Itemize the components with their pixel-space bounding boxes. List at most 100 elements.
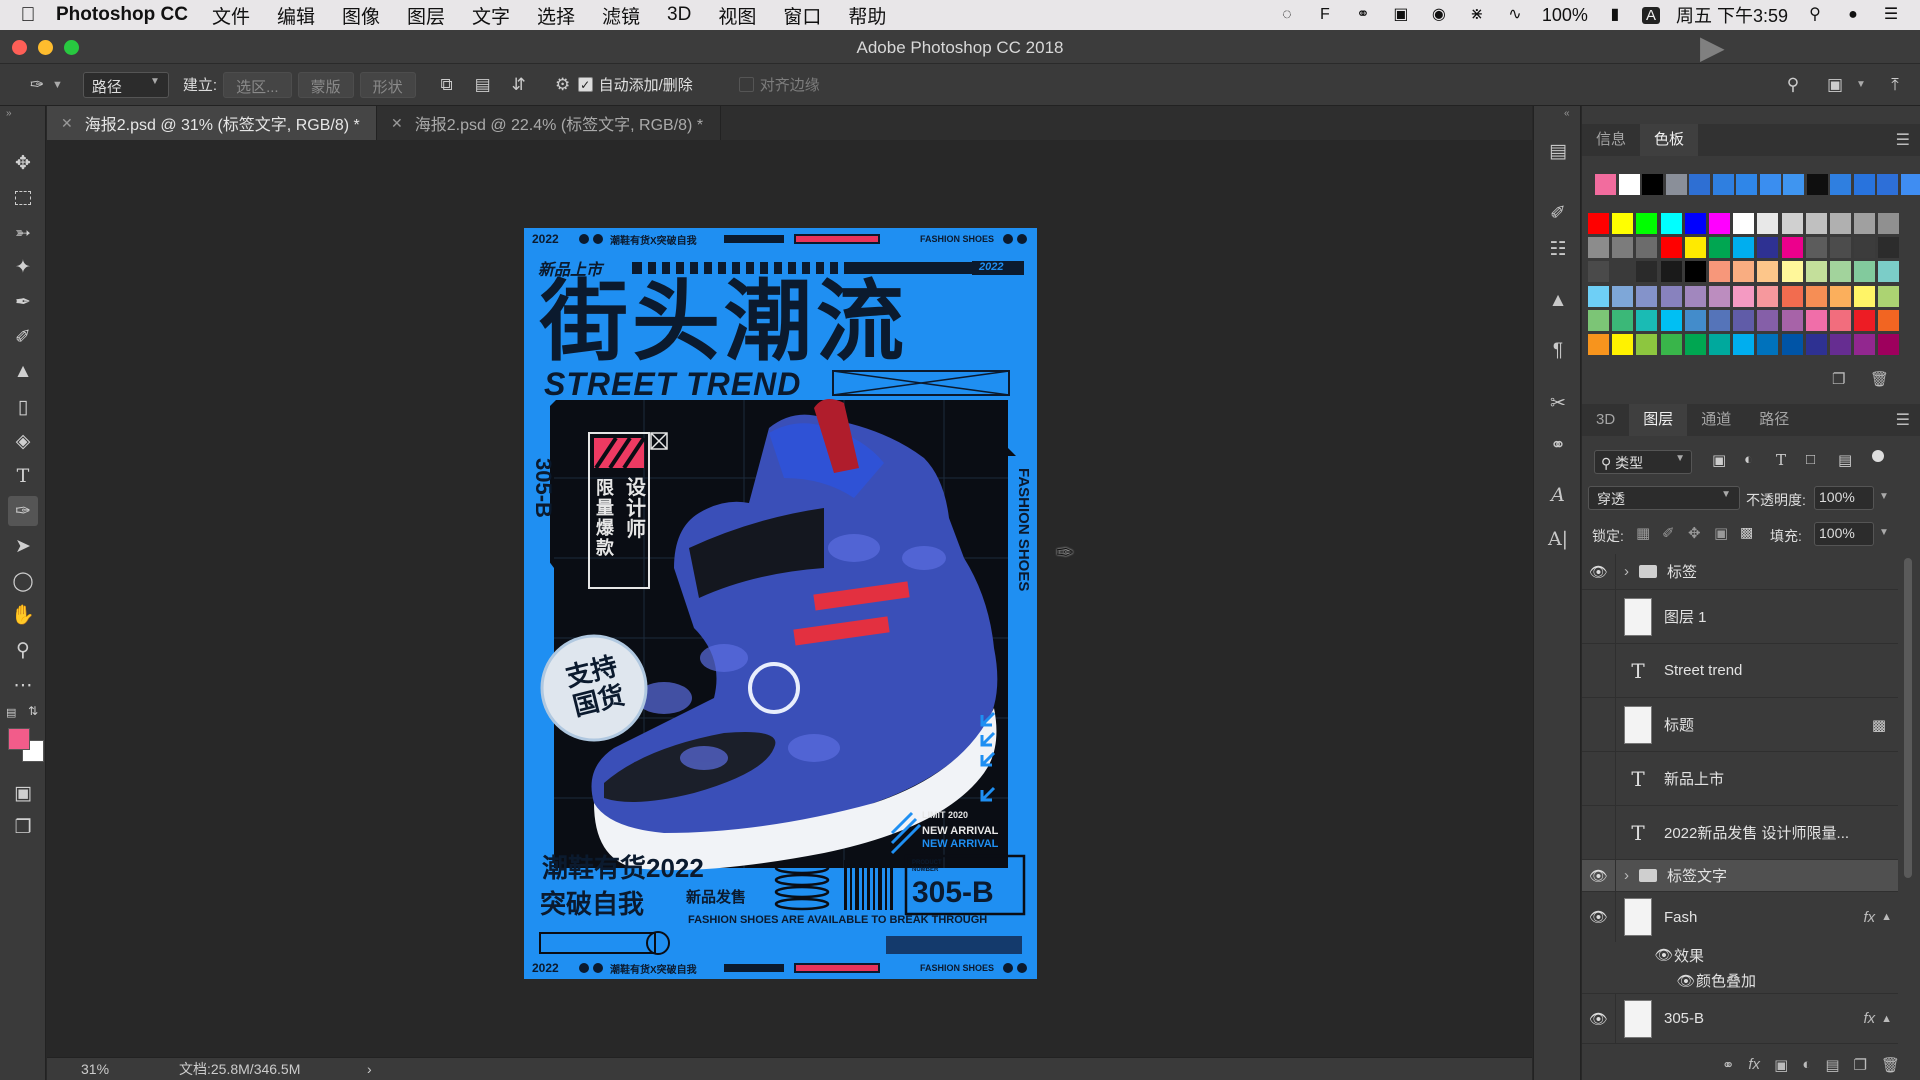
lock-artboard-icon[interactable]: ▣ bbox=[1714, 524, 1728, 542]
color-swatch[interactable] bbox=[1684, 237, 1706, 259]
color-swatch[interactable] bbox=[1854, 261, 1876, 283]
tab-document-2[interactable]: ✕ 海报2.psd @ 22.4% (标签文字, RGB/8) * bbox=[377, 106, 721, 140]
color-swatch[interactable] bbox=[1588, 261, 1609, 283]
sync-icon[interactable]: ◌ bbox=[1276, 6, 1298, 24]
history-icon[interactable]: ▤ bbox=[1543, 136, 1573, 166]
color-swatch[interactable] bbox=[1636, 261, 1658, 283]
path-arrangement-icon[interactable]: ⇵ bbox=[504, 72, 534, 98]
status-chevron-icon[interactable]: › bbox=[367, 1061, 372, 1077]
tools-preset-icon[interactable]: ✂ bbox=[1543, 388, 1573, 418]
fx-badge[interactable]: fx bbox=[1863, 1010, 1875, 1027]
paragraph-icon[interactable]: ¶ bbox=[1543, 336, 1573, 366]
color-swatch[interactable] bbox=[1588, 334, 1609, 355]
tab-channels[interactable]: 通道 bbox=[1687, 404, 1745, 436]
filter-toggle-icon[interactable] bbox=[1872, 450, 1884, 462]
color-swatch[interactable] bbox=[1709, 334, 1730, 355]
spotlight-icon[interactable]: ⚲ bbox=[1804, 6, 1826, 24]
color-swatch[interactable] bbox=[1660, 237, 1682, 259]
color-swatch[interactable] bbox=[1684, 334, 1706, 355]
recent-swatch[interactable] bbox=[1853, 174, 1875, 195]
menu-help[interactable]: 帮助 bbox=[848, 2, 886, 29]
color-swatch[interactable] bbox=[1660, 309, 1682, 331]
color-swatch[interactable] bbox=[1612, 285, 1634, 307]
color-swatch[interactable] bbox=[1757, 334, 1779, 355]
lock-all-icon[interactable]: ▩ bbox=[1740, 524, 1753, 541]
font-icon[interactable]: F bbox=[1314, 6, 1336, 24]
color-swatch[interactable] bbox=[1878, 237, 1900, 259]
eraser-icon[interactable]: ▯ bbox=[8, 392, 38, 422]
siri-icon[interactable]: ● bbox=[1842, 6, 1864, 24]
lock-transparent-icon[interactable]: ▦ bbox=[1636, 524, 1650, 542]
blend-mode-select[interactable]: 穿透 ▼ bbox=[1588, 486, 1740, 510]
paint-bucket-icon[interactable]: ◈ bbox=[8, 426, 38, 456]
toolbar-collapse-icon[interactable]: » bbox=[6, 108, 12, 119]
recent-swatch[interactable] bbox=[1877, 174, 1898, 195]
layer-row-text[interactable]: 👁 T Street trend bbox=[1582, 644, 1898, 698]
clock[interactable]: 周五 下午3:59 bbox=[1676, 2, 1788, 28]
battery-icon[interactable]: ▮ bbox=[1604, 6, 1626, 24]
recent-swatch[interactable] bbox=[1830, 174, 1851, 195]
layer-row-smart[interactable]: 👁 Fash fx ▲ bbox=[1582, 892, 1898, 942]
pen-tool-preset-icon[interactable]: ✑ bbox=[22, 72, 52, 98]
pen-icon[interactable]: ✑ bbox=[8, 496, 38, 526]
close-tab-icon[interactable]: ✕ bbox=[391, 115, 403, 132]
recent-swatch[interactable] bbox=[1618, 174, 1640, 195]
app-menu[interactable]: Photoshop CC bbox=[56, 4, 188, 26]
make-selection-button[interactable]: 选区... bbox=[223, 71, 292, 98]
filter-adjustment-icon[interactable]: ◐ bbox=[1744, 451, 1753, 468]
close-tab-icon[interactable]: ✕ bbox=[61, 115, 73, 132]
color-swatch[interactable] bbox=[1878, 213, 1900, 234]
zoom-icon[interactable]: ⚲ bbox=[8, 635, 38, 665]
recent-swatch[interactable] bbox=[1595, 174, 1616, 195]
layer-effects-row[interactable]: 👁 效果 bbox=[1582, 942, 1898, 968]
visibility-toggle[interactable]: 👁 bbox=[1582, 892, 1616, 942]
tab-document-1[interactable]: ✕ 海报2.psd @ 31% (标签文字, RGB/8) * bbox=[47, 106, 377, 140]
color-swatch[interactable] bbox=[1878, 309, 1900, 331]
color-swatch[interactable] bbox=[1733, 261, 1755, 283]
chevron-up-icon[interactable]: ▲ bbox=[1881, 911, 1892, 923]
color-swatch[interactable] bbox=[1612, 261, 1634, 283]
color-swatch[interactable] bbox=[1588, 309, 1609, 331]
wifi-icon[interactable]: ∿ bbox=[1504, 6, 1526, 24]
screen-mode-icon[interactable]: ❐ bbox=[8, 812, 38, 842]
default-colors-icon[interactable]: ▤ bbox=[6, 706, 16, 719]
preset-chevron-icon[interactable]: ▼ bbox=[52, 79, 63, 91]
menu-filter[interactable]: 滤镜 bbox=[602, 2, 640, 29]
visibility-toggle[interactable]: 👁 bbox=[1582, 994, 1616, 1043]
visibility-toggle[interactable]: 👁 bbox=[1582, 752, 1616, 805]
align-edges-checkbox[interactable] bbox=[738, 77, 754, 92]
color-swatch[interactable] bbox=[1854, 334, 1876, 355]
color-swatch[interactable] bbox=[1781, 213, 1803, 234]
layer-filter-select[interactable]: ⚲ 类型 ▼ bbox=[1594, 450, 1692, 474]
wechat-icon[interactable]: ◉ bbox=[1428, 6, 1450, 24]
delete-layer-icon[interactable]: 🗑 bbox=[1881, 1056, 1900, 1080]
menu-type[interactable]: 文字 bbox=[472, 2, 510, 29]
menu-3d[interactable]: 3D bbox=[667, 4, 691, 26]
color-swatch[interactable] bbox=[1805, 334, 1827, 355]
tab-layers[interactable]: 图层 bbox=[1629, 404, 1688, 436]
color-swatch[interactable] bbox=[1684, 213, 1706, 234]
delete-swatch-icon[interactable]: 🗑 bbox=[1870, 370, 1889, 388]
layers-scrollbar[interactable] bbox=[1904, 558, 1912, 878]
display-icon[interactable]: ▣ bbox=[1390, 6, 1412, 24]
panel-menu-icon[interactable]: ☰ bbox=[1896, 410, 1910, 430]
color-swatch[interactable] bbox=[1878, 261, 1900, 283]
color-swatch[interactable] bbox=[1588, 285, 1609, 307]
workspace-chevron-icon[interactable]: ▼ bbox=[1856, 79, 1866, 90]
color-swatch[interactable] bbox=[1636, 237, 1658, 259]
color-swatch[interactable] bbox=[1636, 309, 1658, 331]
color-swatch[interactable] bbox=[1612, 334, 1634, 355]
color-swatch[interactable] bbox=[1781, 261, 1803, 283]
adjustment-layer-icon[interactable]: ◐ bbox=[1802, 1056, 1811, 1080]
tab-info[interactable]: 信息 bbox=[1582, 124, 1640, 156]
color-swatch[interactable] bbox=[1757, 213, 1779, 234]
layer-row-text[interactable]: 👁 T 新品上市 bbox=[1582, 752, 1898, 806]
color-swatch[interactable] bbox=[1709, 285, 1730, 307]
new-swatch-icon[interactable]: ❐ bbox=[1832, 370, 1845, 388]
fx-badge[interactable]: fx bbox=[1863, 909, 1875, 926]
menu-image[interactable]: 图像 bbox=[342, 2, 380, 29]
expand-chevron-icon[interactable]: › bbox=[1624, 867, 1629, 884]
color-swatch[interactable] bbox=[1878, 285, 1900, 307]
poster-artwork[interactable]: 2022 潮鞋有货X突破自我 FASHION SHOES 新品上市 2022 街… bbox=[524, 228, 1037, 979]
color-swatch[interactable] bbox=[1805, 237, 1827, 259]
